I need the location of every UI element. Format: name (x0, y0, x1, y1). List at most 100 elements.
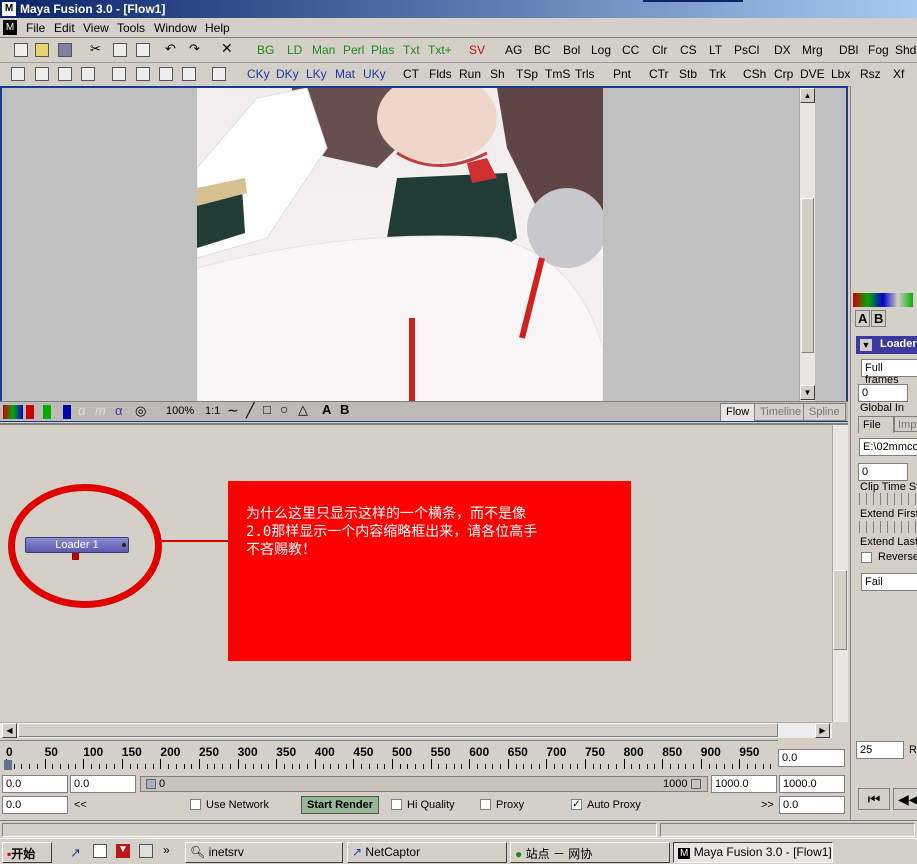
layout-1-icon[interactable] (11, 67, 25, 81)
menu-tools[interactable]: Tools (117, 21, 145, 35)
curve-tool-icon[interactable]: ∼ (227, 402, 239, 419)
save-icon[interactable] (58, 43, 72, 57)
time-ruler[interactable]: 0 50 100 150 200 250 300 350 400 450 500 550 600 650 7… (0, 740, 778, 774)
missing-frames-select[interactable]: Fail (861, 573, 917, 591)
tool-cs[interactable]: CS (680, 43, 697, 57)
loader-node[interactable]: Loader 1 (25, 537, 129, 553)
quicklaunch-capture-icon[interactable] (139, 844, 153, 858)
tab-flow[interactable]: Flow (720, 403, 756, 421)
tool-ct[interactable]: CT (403, 67, 419, 81)
open-icon[interactable] (35, 43, 49, 57)
loader-panel-header[interactable]: ▼ Loader (856, 336, 917, 354)
zoom-level[interactable]: 100% (166, 405, 194, 417)
tool-uky[interactable]: UKy (363, 67, 386, 81)
tool-man[interactable]: Man (312, 43, 335, 57)
clip-time-slider[interactable] (859, 493, 917, 505)
tool-rsz[interactable]: Rsz (860, 67, 881, 81)
tool-crp[interactable]: Crp (774, 67, 793, 81)
flow-horizontal-scrollbar[interactable]: ◀ ▶ (0, 722, 832, 738)
slider-start-handle[interactable] (146, 779, 156, 789)
menu-file[interactable]: File (26, 21, 45, 35)
panel-channels-icon[interactable] (853, 293, 913, 307)
time-cursor[interactable] (4, 760, 12, 770)
clip-time-field[interactable]: 0 (858, 463, 908, 481)
tool-log[interactable]: Log (591, 43, 611, 57)
tool-lbx[interactable]: Lbx (831, 67, 850, 81)
green-channel-icon[interactable] (43, 405, 51, 419)
blue-channel-icon[interactable] (63, 405, 71, 419)
quicklaunch-ie-icon[interactable]: ↗ (70, 845, 81, 861)
tool-flds[interactable]: Flds (429, 67, 452, 81)
menu-edit[interactable]: Edit (54, 21, 75, 35)
go-to-start-icon[interactable]: ⏮ (858, 788, 890, 810)
tool-ctr[interactable]: CTr (649, 67, 669, 81)
tool-bg[interactable]: BG (257, 43, 274, 57)
tool-shd[interactable]: Shd (895, 43, 916, 57)
flow-vertical-scrollbar[interactable] (832, 425, 848, 722)
use-network-checkbox[interactable] (190, 799, 201, 810)
layout-3-icon[interactable] (58, 67, 72, 81)
polygon-tool-icon[interactable]: △ (298, 402, 308, 418)
delete-icon[interactable]: ✕ (221, 40, 235, 56)
node-input-port[interactable] (72, 553, 79, 560)
global-in-field[interactable]: 0 (858, 384, 908, 402)
copy-icon[interactable] (113, 43, 127, 57)
flow-scroll-thumb[interactable] (833, 570, 847, 650)
tab-spline[interactable]: Spline (803, 403, 846, 421)
lut-icon[interactable]: ◎ (135, 403, 146, 419)
tool-mrg[interactable]: Mrg (802, 43, 823, 57)
matte-faded-icon[interactable]: m (95, 403, 106, 418)
scroll-down-icon[interactable]: ▼ (800, 385, 815, 400)
buffer-a-button[interactable]: A (322, 402, 331, 417)
doc-icon[interactable]: M (3, 20, 17, 35)
buffer-b-button[interactable]: B (340, 402, 349, 417)
current-time-right-field[interactable]: 0.0 (779, 796, 845, 814)
layout-2-icon[interactable] (35, 67, 49, 81)
global-start-field[interactable]: 0.0 (2, 775, 68, 793)
tool-mat[interactable]: Mat (335, 67, 355, 81)
tool-run[interactable]: Run (459, 67, 481, 81)
zoom-ratio[interactable]: 1:1 (205, 405, 220, 417)
global-end-field[interactable]: 1000.0 (779, 775, 845, 793)
slider-end-handle[interactable] (691, 779, 701, 789)
tool-pscl[interactable]: PsCl (734, 43, 759, 57)
quicklaunch-app-icon[interactable]: ▼ (116, 844, 130, 858)
render-end-field[interactable]: 1000.0 (711, 775, 777, 793)
tool-pnt[interactable]: Pnt (613, 67, 631, 81)
tab-file[interactable]: File (858, 416, 894, 433)
tool-txtplus[interactable]: Txt+ (428, 43, 452, 57)
tool-sv[interactable]: SV (469, 43, 485, 57)
layout-8-icon[interactable] (182, 67, 196, 81)
tool-stb[interactable]: Stb (679, 67, 697, 81)
task-site[interactable]: ● 站点 － 网协 (510, 842, 670, 863)
scroll-up-icon[interactable]: ▲ (800, 88, 815, 103)
tool-txt[interactable]: Txt (403, 43, 420, 57)
menu-help[interactable]: Help (205, 21, 230, 35)
rgb-channels-icon[interactable] (3, 405, 23, 419)
tool-trk[interactable]: Trk (709, 67, 726, 81)
scroll-left-icon[interactable]: ◀ (2, 723, 17, 738)
current-time-field[interactable]: 0.0 (2, 796, 68, 814)
tool-cc[interactable]: CC (622, 43, 639, 57)
panel-buffer-b[interactable]: B (871, 310, 887, 327)
tool-cky[interactable]: CKy (247, 67, 270, 81)
quicklaunch-more-icon[interactable]: » (163, 843, 170, 857)
file-path-field[interactable]: E:\02mmcos (859, 438, 917, 456)
quicklaunch-notepad-icon[interactable] (93, 844, 107, 858)
flow-hscroll-thumb[interactable] (18, 723, 778, 737)
alpha-faded-icon[interactable]: α (78, 403, 85, 418)
line-tool-icon[interactable]: ╱ (246, 402, 254, 419)
tool-dve[interactable]: DVE (800, 67, 825, 81)
layout-6-icon[interactable] (136, 67, 150, 81)
viewer-vertical-scrollbar[interactable]: ▲ ▼ (799, 88, 815, 401)
new-icon[interactable] (14, 43, 28, 57)
panel-buffer-a[interactable]: A (855, 310, 871, 327)
prev-frame-button[interactable]: << (74, 799, 87, 811)
layout-9-icon[interactable] (212, 67, 226, 81)
redo-icon[interactable]: ↷ (189, 41, 203, 56)
tool-bol[interactable]: Bol (563, 43, 580, 57)
tool-trls[interactable]: Trls (575, 67, 595, 81)
tool-dx[interactable]: DX (774, 43, 791, 57)
frames-select[interactable]: Full frames (861, 359, 917, 386)
tool-plas[interactable]: Plas (371, 43, 394, 57)
